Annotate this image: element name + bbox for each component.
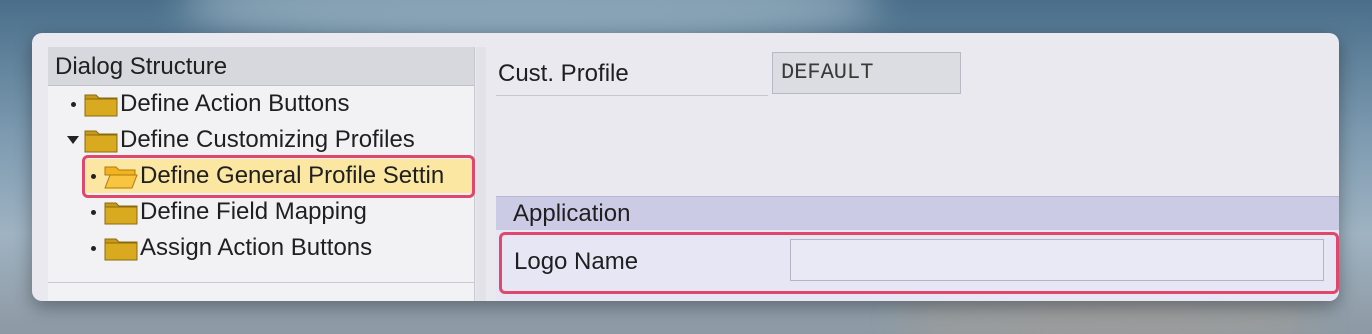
tree-item-define-customizing-profiles[interactable]: Define Customizing Profiles <box>66 123 415 157</box>
tree-item-label: Define Field Mapping <box>140 198 367 225</box>
bullet-icon <box>86 169 100 183</box>
folder-icon <box>104 202 138 225</box>
dialog-structure-header: Dialog Structure <box>48 47 474 86</box>
folder-icon <box>84 94 118 117</box>
folder-open-icon <box>104 166 138 189</box>
tree-item-label: Assign Action Buttons <box>140 234 373 261</box>
expand-triangle-icon[interactable] <box>66 133 80 147</box>
bullet-icon <box>66 97 80 111</box>
logo-name-input[interactable] <box>790 239 1324 281</box>
folder-icon <box>104 238 138 261</box>
application-section-header: Application <box>496 196 1339 231</box>
bullet-icon <box>86 205 100 219</box>
folder-icon <box>84 130 118 153</box>
application-section-body: Logo Name <box>496 230 1339 301</box>
tree-item-define-action-buttons[interactable]: Define Action Buttons <box>66 87 349 121</box>
sap-window: Dialog Structure Define Action Buttons D… <box>32 33 1339 301</box>
dialog-structure-panel: Dialog Structure Define Action Buttons D… <box>48 47 475 301</box>
dialog-structure-title: Dialog Structure <box>55 53 228 80</box>
bullet-icon <box>86 241 100 255</box>
tree-item-label: Define General Profile Settin <box>140 162 445 189</box>
tree-item-label: Define Action Buttons <box>120 90 350 117</box>
tree-item-label: Define Customizing Profiles <box>120 126 415 153</box>
application-section-title: Application <box>513 200 631 227</box>
details-panel: Cust. Profile DEFAULT Application Logo N… <box>488 47 1339 301</box>
cust-profile-field: DEFAULT <box>772 52 961 94</box>
label-underline <box>496 95 768 96</box>
panel-splitter[interactable] <box>476 47 486 301</box>
cust-profile-label: Cust. Profile <box>498 60 629 87</box>
logo-name-label: Logo Name <box>514 248 639 275</box>
tree-item-define-field-mapping[interactable]: Define Field Mapping <box>86 195 367 229</box>
tree-item-define-general-profile-settings[interactable]: Define General Profile Settin <box>86 159 474 193</box>
tree-item-assign-action-buttons[interactable]: Assign Action Buttons <box>86 231 372 265</box>
divider <box>48 282 474 283</box>
